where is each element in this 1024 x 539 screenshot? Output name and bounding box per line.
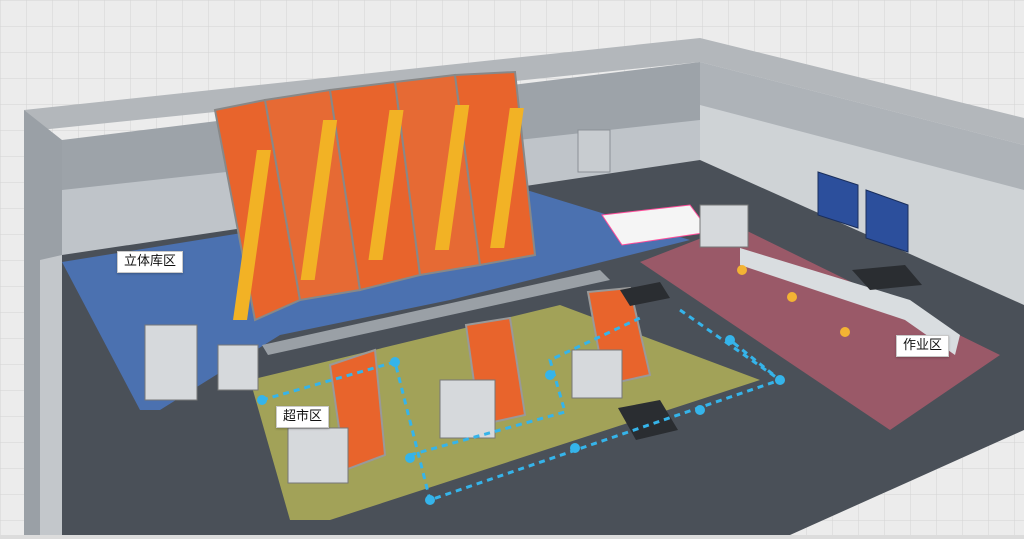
workstation-machine-icon <box>439 379 496 439</box>
roll-up-door-icon <box>577 129 611 173</box>
workstation-machine-icon <box>571 349 623 399</box>
supermarket-zone-label: 超市区 <box>276 406 330 428</box>
worker-icon <box>787 292 797 302</box>
worker-icon <box>737 265 747 275</box>
warehouse-zone-label: 立体库区 <box>117 251 184 273</box>
worker-icon <box>840 327 850 337</box>
left-wall-lower <box>40 255 62 535</box>
workstation-machine-icon <box>144 324 198 401</box>
workstation-machine-icon <box>287 427 349 484</box>
warehouse-3d-scene: 立体库区 超市区 作业区 <box>0 0 1024 535</box>
work-zone-label: 作业区 <box>896 335 950 357</box>
workstation-machine-icon <box>699 204 749 248</box>
workstation-machine-icon <box>217 344 259 391</box>
